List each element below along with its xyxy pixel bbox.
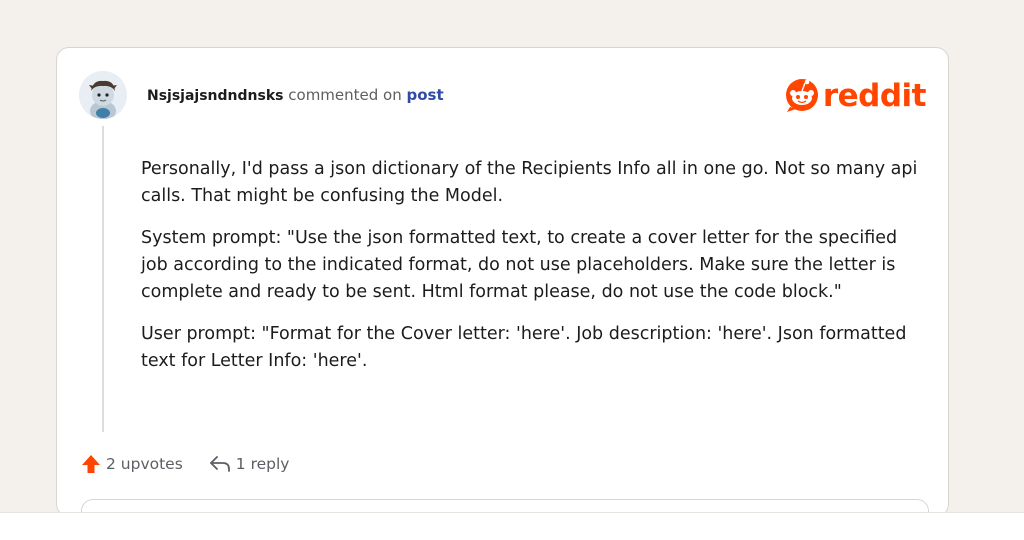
reddit-wordmark: reddit: [822, 78, 927, 114]
upvote-button[interactable]: 2 upvotes: [81, 454, 183, 474]
reddit-snoo-icon: [784, 76, 820, 116]
comment-actions: 2 upvotes 1 reply: [81, 454, 289, 474]
upvote-arrow-icon: [81, 454, 101, 474]
comment-body: Personally, I'd pass a json dictionary o…: [141, 156, 921, 390]
avatar[interactable]: [79, 71, 127, 119]
comment-paragraph: User prompt: "Format for the Cover lette…: [141, 324, 907, 371]
comment-header: Nsjsjajsndndnsks commented on post: [147, 85, 444, 106]
upvote-count: 2 upvotes: [106, 455, 183, 473]
reply-button[interactable]: 1 reply: [209, 455, 290, 473]
comment-card: Nsjsjajsndndnsks commented on post reddi…: [56, 47, 949, 517]
reply-count: 1 reply: [235, 455, 290, 473]
avatar-image: [79, 71, 127, 119]
comment-paragraph: Personally, I'd pass a json dictionary o…: [141, 159, 918, 206]
reddit-logo[interactable]: reddit: [784, 76, 927, 116]
reply-arrow-icon: [209, 455, 231, 473]
username-link[interactable]: Nsjsjajsndndnsks: [147, 88, 283, 104]
post-link[interactable]: post: [407, 86, 444, 104]
comment-paragraph: System prompt: "Use the json formatted t…: [141, 228, 898, 302]
commented-on-text: commented on: [288, 86, 402, 104]
bottom-bar: [0, 512, 1024, 540]
thread-line: [102, 126, 104, 432]
